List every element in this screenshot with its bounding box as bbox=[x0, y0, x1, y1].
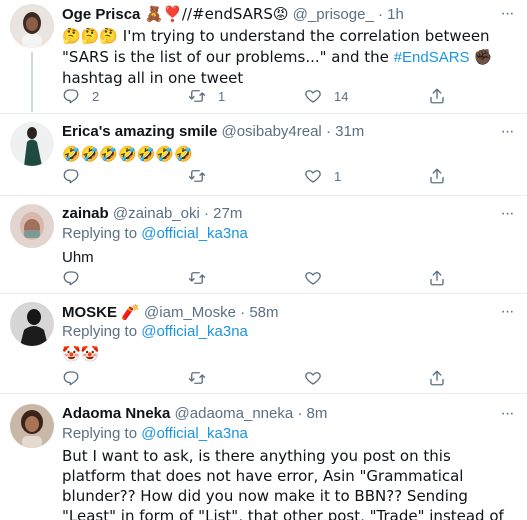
retweet-button[interactable] bbox=[188, 368, 206, 388]
mention-link[interactable]: @official_ka3na bbox=[141, 425, 248, 442]
mention-link[interactable]: @official_ka3na bbox=[141, 323, 248, 340]
like-button[interactable]: 14 bbox=[304, 86, 348, 106]
retweet-button[interactable]: 1 bbox=[188, 86, 225, 106]
reply-button[interactable]: 2 bbox=[62, 86, 99, 106]
tweet-5[interactable]: Adaoma Nneka @adaoma_nneka · 8m Replying… bbox=[0, 394, 527, 520]
like-button[interactable]: 1 bbox=[304, 166, 341, 186]
tweet-text: 🤡🤡 bbox=[62, 345, 100, 363]
more-options-icon[interactable]: ··· bbox=[497, 406, 517, 428]
tweet-text: 🤣🤣🤣🤣🤣🤣🤣 bbox=[62, 145, 193, 163]
author-name[interactable]: Adaoma Nneka bbox=[62, 405, 170, 422]
share-icon bbox=[430, 270, 444, 286]
heart-icon bbox=[305, 170, 321, 183]
name-emoji: 🧨 bbox=[121, 303, 140, 321]
more-options-icon[interactable]: ··· bbox=[497, 206, 517, 228]
reply-icon bbox=[63, 169, 79, 184]
mention-link[interactable]: @official_ka3na bbox=[141, 225, 248, 242]
heart-icon bbox=[305, 272, 321, 285]
reply-icon bbox=[63, 271, 79, 286]
replying-to: Replying to @official_ka3na bbox=[62, 323, 248, 340]
timestamp[interactable]: 27m bbox=[213, 205, 242, 222]
avatar[interactable] bbox=[10, 4, 54, 48]
more-options-icon[interactable]: ··· bbox=[497, 304, 517, 326]
tweet-text: But I want to ask, is there anything you… bbox=[62, 447, 504, 520]
tweet-2[interactable]: Erica's amazing smile @osibaby4real · 31… bbox=[0, 114, 527, 194]
timestamp[interactable]: 8m bbox=[307, 405, 328, 422]
like-count: 1 bbox=[334, 168, 342, 184]
thread-line bbox=[31, 52, 33, 112]
tweet-1[interactable]: Oge Prisca 🧸❣️//#endSARS😡 @_prisoge_ · 1… bbox=[0, 0, 527, 112]
name-emoji: 🧸❣️//#endSARS😡 bbox=[144, 5, 289, 23]
author-handle[interactable]: @zainab_oki bbox=[113, 205, 200, 222]
avatar[interactable] bbox=[10, 302, 54, 346]
like-button[interactable] bbox=[304, 268, 322, 288]
timestamp[interactable]: 31m bbox=[335, 123, 364, 140]
replying-to: Replying to @official_ka3na bbox=[62, 225, 248, 242]
more-options-icon[interactable]: ··· bbox=[497, 124, 517, 146]
author-name[interactable]: Erica's amazing smile bbox=[62, 123, 217, 140]
share-button[interactable] bbox=[428, 86, 446, 106]
heart-icon bbox=[305, 90, 321, 103]
retweet-button[interactable] bbox=[188, 166, 206, 186]
hashtag-link[interactable]: #EndSARS bbox=[394, 49, 470, 66]
tweet-3[interactable]: zainab @zainab_oki · 27m Replying to @of… bbox=[0, 196, 527, 292]
share-button[interactable] bbox=[428, 166, 446, 186]
reply-icon bbox=[63, 371, 79, 386]
tweet-text: 🤔🤔🤔 I'm trying to understand the correla… bbox=[62, 27, 498, 87]
reply-button[interactable] bbox=[62, 268, 80, 288]
avatar[interactable] bbox=[10, 404, 54, 448]
replying-to: Replying to @official_ka3na bbox=[62, 425, 248, 442]
retweet-icon bbox=[188, 372, 206, 384]
like-count: 14 bbox=[334, 88, 349, 104]
avatar[interactable] bbox=[10, 122, 54, 166]
author-handle[interactable]: @_prisoge_ bbox=[293, 6, 374, 23]
retweet-count: 1 bbox=[218, 88, 226, 104]
author-name[interactable]: MOSKE bbox=[62, 304, 117, 321]
reply-button[interactable] bbox=[62, 368, 80, 388]
timestamp[interactable]: 1h bbox=[387, 6, 404, 23]
share-button[interactable] bbox=[428, 268, 446, 288]
share-icon bbox=[430, 370, 444, 386]
retweet-icon bbox=[188, 90, 206, 102]
heart-icon bbox=[305, 372, 321, 385]
tweet-text: Uhm bbox=[62, 249, 94, 266]
author-handle[interactable]: @adaoma_nneka bbox=[175, 405, 294, 422]
tweet-4[interactable]: MOSKE 🧨 @iam_Moske · 58m Replying to @of… bbox=[0, 294, 527, 390]
share-button[interactable] bbox=[428, 368, 446, 388]
author-handle[interactable]: @iam_Moske bbox=[144, 304, 236, 321]
retweet-icon bbox=[188, 272, 206, 284]
timestamp[interactable]: 58m bbox=[249, 304, 278, 321]
author-handle[interactable]: @osibaby4real bbox=[221, 123, 321, 140]
reply-button[interactable] bbox=[62, 166, 80, 186]
avatar[interactable] bbox=[10, 204, 54, 248]
reply-count: 2 bbox=[92, 88, 100, 104]
retweet-icon bbox=[188, 170, 206, 182]
retweet-button[interactable] bbox=[188, 268, 206, 288]
author-name[interactable]: Oge Prisca bbox=[62, 6, 140, 23]
share-icon bbox=[430, 168, 444, 184]
reply-icon bbox=[63, 89, 79, 104]
share-icon bbox=[430, 88, 444, 104]
author-name[interactable]: zainab bbox=[62, 205, 109, 222]
like-button[interactable] bbox=[304, 368, 322, 388]
more-options-icon[interactable]: ··· bbox=[497, 6, 517, 28]
